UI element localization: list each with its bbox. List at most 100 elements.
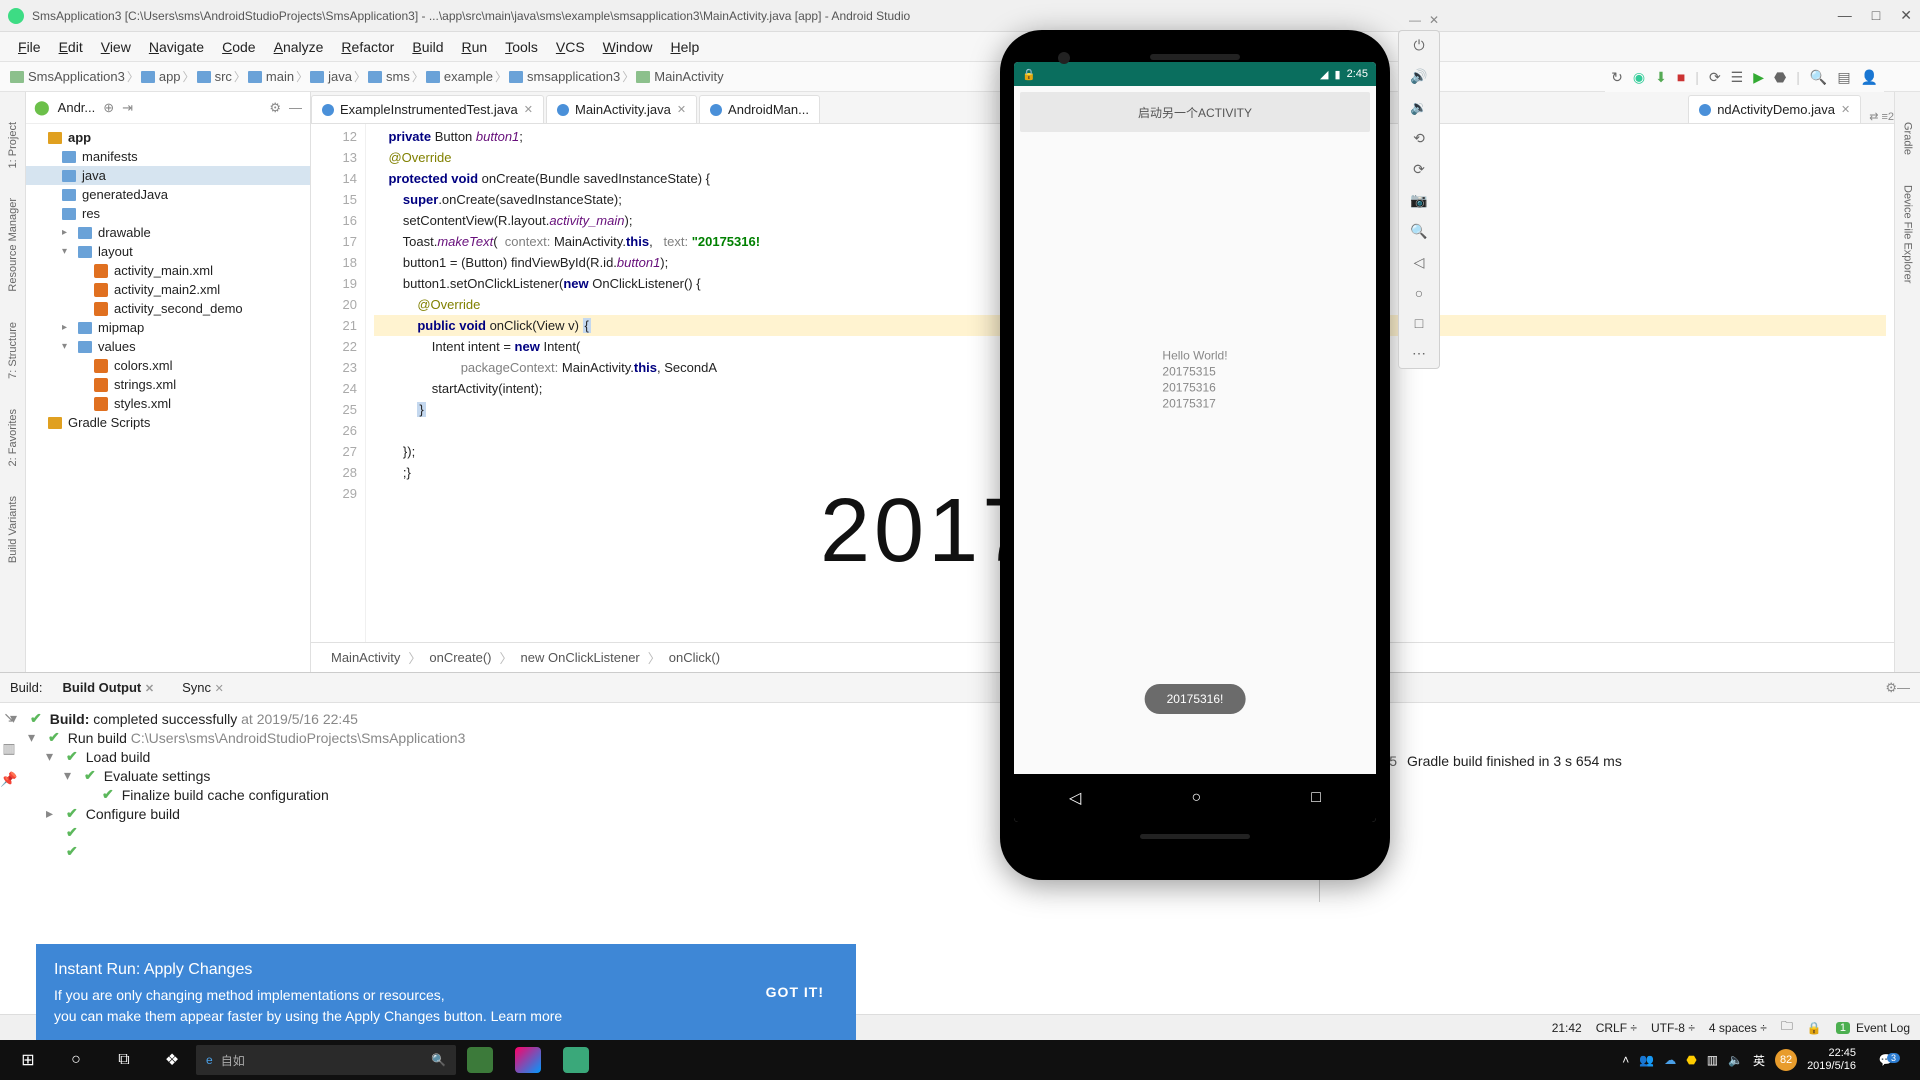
zoom-icon[interactable]: 🔍 [1410,223,1427,240]
tree-node[interactable]: java [26,166,310,185]
layout-icon[interactable]: ▤ [1837,69,1850,86]
tree-node[interactable]: res [26,204,310,223]
tree-node[interactable]: colors.xml [26,356,310,375]
tree-node[interactable]: generatedJava [26,185,310,204]
cortana-icon[interactable]: ○ [52,1040,100,1080]
crumb-sms[interactable]: sms [368,69,410,84]
screenshot-icon[interactable]: 📷 [1410,192,1427,209]
menu-code[interactable]: Code [214,35,263,59]
volume-icon[interactable]: 🔈 [1728,1053,1743,1067]
sync-icon[interactable]: ⟳ [1709,69,1721,86]
back-button-icon[interactable]: ◁ [1414,254,1425,271]
got-it-button[interactable]: GOT IT! [752,984,838,1000]
window-minimize-icon[interactable]: — [1838,7,1852,24]
rotate-left-icon[interactable]: ⟲ [1413,130,1425,147]
tree-node[interactable]: Gradle Scripts [26,413,310,432]
crumb-java[interactable]: java [310,69,352,84]
event-log-button[interactable]: 1 Event Log [1836,1021,1910,1035]
avd-icon[interactable]: ◉ [1633,69,1645,86]
editor-tab[interactable]: ExampleInstrumentedTest.java✕ [311,95,544,123]
tree-node[interactable]: ▾layout [26,242,310,261]
taskbar-clock[interactable]: 22:45 2019/5/16 [1807,1047,1856,1073]
crumb-smsapplication3[interactable]: smsapplication3 [509,69,620,84]
menu-file[interactable]: File [10,35,49,59]
profile-icon[interactable]: 👤 [1861,69,1878,86]
trail-item[interactable]: onClick() [669,650,720,665]
left-tab[interactable]: 1: Project [7,122,19,168]
tree-node[interactable]: strings.xml [26,375,310,394]
tree-node[interactable]: activity_second_demo [26,299,310,318]
volume-down-icon[interactable]: 🔉 [1410,99,1427,116]
action-center-icon[interactable]: 💬3 [1866,1053,1906,1067]
home-button-icon[interactable]: ○ [1415,285,1423,301]
target-icon[interactable]: ⊕ [103,100,114,116]
emulator-close-icon[interactable]: ✕ [1429,13,1439,27]
window-maximize-icon[interactable]: □ [1872,7,1880,24]
tree-node[interactable]: activity_main2.xml [26,280,310,299]
battery-icon[interactable]: ▥ [1707,1053,1718,1067]
ime-badge[interactable]: 82 [1775,1049,1797,1071]
left-tab[interactable]: 2: Favorites [7,409,19,466]
tree-node[interactable]: ▸drawable [26,223,310,242]
menu-help[interactable]: Help [662,35,707,59]
app-button[interactable]: 启动另一个ACTIVITY [1020,92,1370,132]
overview-button-icon[interactable]: □ [1415,315,1423,331]
start-button[interactable]: ⊞ [4,1040,52,1080]
structure-icon[interactable]: ☰ [1731,69,1744,86]
make-icon[interactable]: ↻ [1611,69,1623,86]
back-icon[interactable]: ◁ [1069,788,1081,808]
emulator-screen[interactable]: 🔒 ◢ ▮ 2:45 启动另一个ACTIVITY Hello World!201… [1014,62,1376,822]
security-icon[interactable]: ⬣ [1686,1053,1696,1067]
lock-icon[interactable]: 🔒 [1807,1021,1822,1035]
run-icon[interactable]: ▶ [1753,69,1764,86]
menu-analyze[interactable]: Analyze [266,35,332,59]
recents-icon[interactable]: □ [1311,789,1321,807]
editor-tab[interactable]: MainActivity.java✕ [546,95,697,123]
collapse-icon[interactable]: ⇥ [122,100,133,116]
project-view-dropdown[interactable]: Andr... [58,100,96,115]
crumb-src[interactable]: src [197,69,232,84]
tree-node[interactable]: manifests [26,147,310,166]
left-tab[interactable]: Resource Manager [7,198,19,292]
taskbar-app-paint[interactable] [504,1040,552,1080]
hide-icon[interactable]: — [1897,680,1910,695]
taskbar-app-explorer[interactable] [552,1040,600,1080]
taskbar-app-android-studio[interactable] [456,1040,504,1080]
ime-indicator[interactable]: 英 [1753,1052,1765,1069]
project-tree[interactable]: appmanifestsjavageneratedJavares▸drawabl… [26,124,310,672]
tree-node[interactable]: app [26,128,310,147]
copilot-icon[interactable]: ❖ [148,1040,196,1080]
left-tab[interactable]: 7: Structure [7,322,19,379]
trail-item[interactable]: new OnClickListener [521,650,640,665]
build-output-tab[interactable]: Build Output ✕ [55,676,163,699]
left-tab[interactable]: Build Variants [7,496,19,563]
sdk-icon[interactable]: ⬇ [1655,69,1667,86]
emulator-minimize-icon[interactable]: — [1409,13,1421,27]
more-icon[interactable]: ⋯ [1412,345,1426,362]
menu-view[interactable]: View [93,35,139,59]
people-icon[interactable]: 👥 [1639,1053,1654,1067]
crumb-main[interactable]: main [248,69,294,84]
indent-settings[interactable]: 4 spaces ÷ [1709,1021,1767,1035]
sync-tab[interactable]: Sync ✕ [174,676,232,699]
volume-up-icon[interactable]: 🔊 [1410,68,1427,85]
gear-icon[interactable]: ⚙ [269,100,281,116]
menu-build[interactable]: Build [404,35,451,59]
tree-node[interactable]: activity_main.xml [26,261,310,280]
file-encoding[interactable]: UTF-8 ÷ [1651,1021,1695,1035]
home-icon[interactable]: ○ [1191,789,1201,807]
right-tab[interactable]: Gradle [1902,122,1914,155]
menu-navigate[interactable]: Navigate [141,35,212,59]
menu-tools[interactable]: Tools [497,35,546,59]
debug-icon[interactable]: ⬣ [1774,69,1786,86]
window-close-icon[interactable]: ✕ [1900,7,1912,24]
stop-icon[interactable]: ■ [1677,69,1685,85]
menu-vcs[interactable]: VCS [548,35,593,59]
crumb-smsapplication3[interactable]: SmsApplication3 [10,69,125,84]
crumb-mainactivity[interactable]: MainActivity [636,69,723,84]
menu-edit[interactable]: Edit [51,35,91,59]
system-tray[interactable]: ˄ 👥 ☁ ⬣ ▥ 🔈 英 82 22:45 2019/5/16 💬3 [1612,1047,1916,1073]
taskbar-search[interactable]: e 自如 🔍 [196,1045,456,1075]
power-icon[interactable]: ⏻ [1413,37,1424,54]
editor-tab[interactable]: AndroidMan... [699,95,820,123]
